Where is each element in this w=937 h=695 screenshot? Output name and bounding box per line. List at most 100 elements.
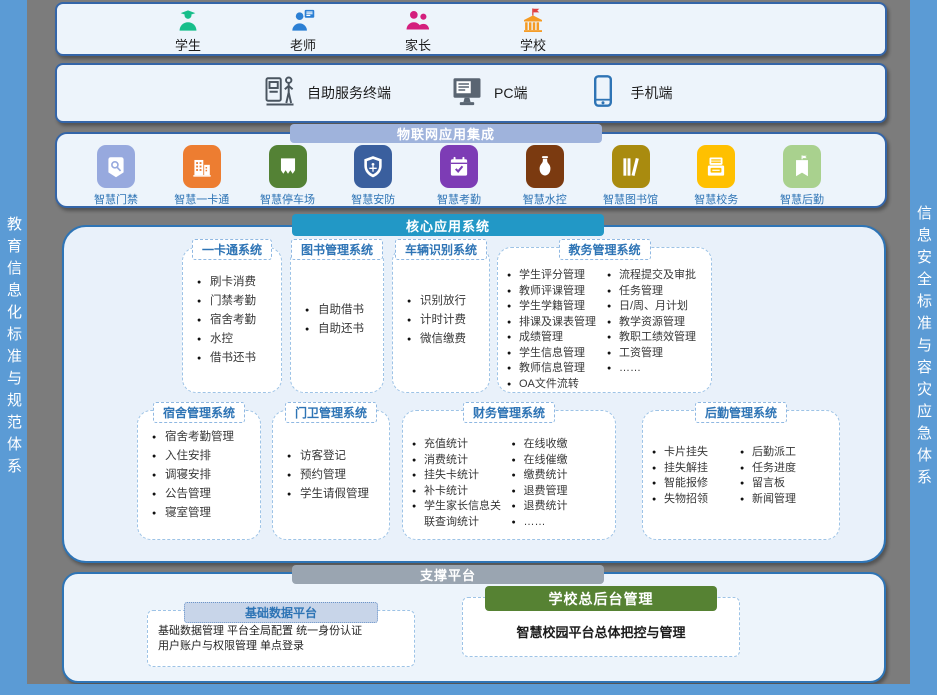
core-banner: 核心应用系统	[292, 214, 604, 236]
iot-item: 智慧后勤	[769, 145, 835, 207]
terminal-label: 自助服务终端	[307, 83, 391, 103]
feature-item: 教师评课管理	[507, 284, 607, 300]
system-title: 后勤管理系统	[695, 402, 787, 423]
feature-item: ……	[512, 515, 612, 531]
feature-item: 退费管理	[512, 484, 612, 500]
iot-item-icon	[183, 145, 221, 188]
system-title: 门卫管理系统	[285, 402, 377, 423]
feature-item: 门禁考勤	[197, 292, 281, 311]
feature-item: 补卡统计	[412, 484, 512, 500]
feature-item: 充值统计	[412, 437, 512, 453]
system-feature-list: 流程提交及审批任务管理日/周、月计划教学资源管理教职工绩效管理工资管理……	[607, 268, 707, 392]
feature-item: 在线催缴	[512, 453, 612, 469]
system-box-finance: 财务管理系统 充值统计消费统计挂失卡统计补卡统计学生家长信息关联查询统计 在线收…	[402, 410, 616, 540]
iot-item-icon	[440, 145, 478, 188]
system-box-onecard: 一卡通系统 刷卡消费门禁考勤宿舍考勤水控借书还书	[182, 247, 282, 393]
iot-item-label: 智慧考勤	[437, 191, 481, 207]
feature-item: OA文件流转	[507, 377, 607, 393]
iot-item: 智慧校务	[683, 145, 749, 207]
feature-item: 挂失卡统计	[412, 468, 512, 484]
iot-item-icon	[269, 145, 307, 188]
feature-item: 消费统计	[412, 453, 512, 469]
terminal-item: PC端	[449, 73, 527, 114]
terminal-icon	[262, 73, 298, 114]
user-type-icon	[403, 7, 433, 34]
system-title: 宿舍管理系统	[153, 402, 245, 423]
system-feature-list: 充值统计消费统计挂失卡统计补卡统计学生家长信息关联查询统计	[412, 437, 512, 530]
base-data-line: 基础数据管理 平台全局配置 统一身份认证	[158, 624, 408, 639]
system-title: 一卡通系统	[192, 239, 272, 260]
user-type-item: 老师	[278, 7, 328, 54]
feature-item: 挂失解挂	[652, 461, 740, 477]
terminal-item: 自助服务终端	[262, 73, 391, 114]
user-type-item: 学校	[508, 7, 558, 54]
terminal-label: 手机端	[630, 83, 672, 103]
system-title: 车辆识别系统	[395, 239, 487, 260]
feature-item: 水控	[197, 330, 281, 349]
feature-item: 识别放行	[407, 292, 489, 311]
feature-item: 排课及课表管理	[507, 315, 607, 331]
user-type-label: 学生	[175, 35, 201, 54]
feature-item: 学生家长信息关联查询统计	[412, 499, 512, 530]
iot-item-label: 智慧图书馆	[603, 191, 658, 207]
smart-campus-architecture-diagram: 教育信息化标准与规范体系 信息安全标准与容灾应急体系 学生 老师	[0, 0, 937, 695]
feature-item: 智能报修	[652, 476, 740, 492]
iot-item-label: 智慧门禁	[94, 191, 138, 207]
system-box-academic: 教务管理系统 学生评分管理教师评课管理学生学籍管理排课及课表管理成绩管理学生信息…	[497, 247, 712, 393]
iot-item: 智慧一卡通	[169, 145, 235, 207]
feature-item: 在线收缴	[512, 437, 612, 453]
feature-item: 计时计费	[407, 311, 489, 330]
system-feature-list: 学生评分管理教师评课管理学生学籍管理排课及课表管理成绩管理学生信息管理教师信息管…	[507, 268, 607, 392]
iot-item: 智慧门禁	[83, 145, 149, 207]
terminal-icon	[585, 73, 621, 114]
user-type-icon	[518, 7, 548, 34]
support-platform-panel: 支撑平台 基础数据平台 基础数据管理 平台全局配置 统一身份认证 用户账户与权限…	[62, 572, 886, 683]
iot-panel: 物联网应用集成 智慧门禁 智慧一卡通	[55, 132, 887, 208]
system-feature-list: 后勤派工任务进度留言板新闻管理	[740, 445, 835, 507]
user-type-label: 老师	[290, 35, 316, 54]
iot-item-label: 智慧安防	[351, 191, 395, 207]
feature-item: 失物招领	[652, 492, 740, 508]
iot-item-label: 智慧停车场	[260, 191, 315, 207]
right-sidebar: 信息安全标准与容灾应急体系	[910, 0, 937, 695]
feature-item: 卡片挂失	[652, 445, 740, 461]
feature-item: 调寝安排	[152, 466, 260, 485]
iot-row: 智慧门禁 智慧一卡通 智慧停车场	[57, 134, 885, 207]
user-type-icon	[173, 7, 203, 34]
feature-item: 工资管理	[607, 346, 707, 362]
feature-item: 宿舍考勤	[197, 311, 281, 330]
user-type-item: 学生	[163, 7, 213, 54]
system-box-dormitory: 宿舍管理系统 宿舍考勤管理入住安排调寝安排公告管理寝室管理	[137, 410, 261, 540]
system-feature-list: 访客登记预约管理学生请假管理	[273, 411, 389, 539]
iot-item: 智慧停车场	[255, 145, 321, 207]
system-feature-list: 在线收缴在线催缴缴费统计退费管理退费统计……	[512, 437, 612, 530]
feature-item: 新闻管理	[740, 492, 835, 508]
system-feature-list: 识别放行计时计费微信缴费	[393, 248, 489, 392]
user-type-label: 家长	[405, 35, 431, 54]
feature-item: ……	[607, 361, 707, 377]
feature-item: 后勤派工	[740, 445, 835, 461]
base-data-platform-title: 基础数据平台	[184, 602, 378, 623]
feature-item: 流程提交及审批	[607, 268, 707, 284]
terminal-icon	[449, 73, 485, 114]
system-feature-list: 卡片挂失挂失解挂智能报修失物招领	[652, 445, 740, 507]
feature-item: 学生学籍管理	[507, 299, 607, 315]
system-feature-list: 自助借书自助还书	[291, 248, 383, 392]
system-columns: 卡片挂失挂失解挂智能报修失物招领 后勤派工任务进度留言板新闻管理	[643, 411, 839, 511]
iot-item: 智慧考勤	[426, 145, 492, 207]
feature-item: 访客登记	[287, 447, 389, 466]
feature-item: 寝室管理	[152, 504, 260, 523]
feature-item: 学生信息管理	[507, 346, 607, 362]
iot-item-icon	[526, 145, 564, 188]
feature-item: 自助借书	[305, 301, 383, 320]
system-title: 教务管理系统	[558, 239, 650, 260]
feature-item: 微信缴费	[407, 330, 489, 349]
feature-item: 学生评分管理	[507, 268, 607, 284]
system-box-gate: 门卫管理系统 访客登记预约管理学生请假管理	[272, 410, 390, 540]
left-sidebar: 教育信息化标准与规范体系	[0, 0, 27, 695]
iot-item-icon	[697, 145, 735, 188]
feature-item: 退费统计	[512, 499, 612, 515]
iot-item-label: 智慧校务	[694, 191, 738, 207]
feature-item: 任务管理	[607, 284, 707, 300]
user-type-item: 家长	[393, 7, 443, 54]
